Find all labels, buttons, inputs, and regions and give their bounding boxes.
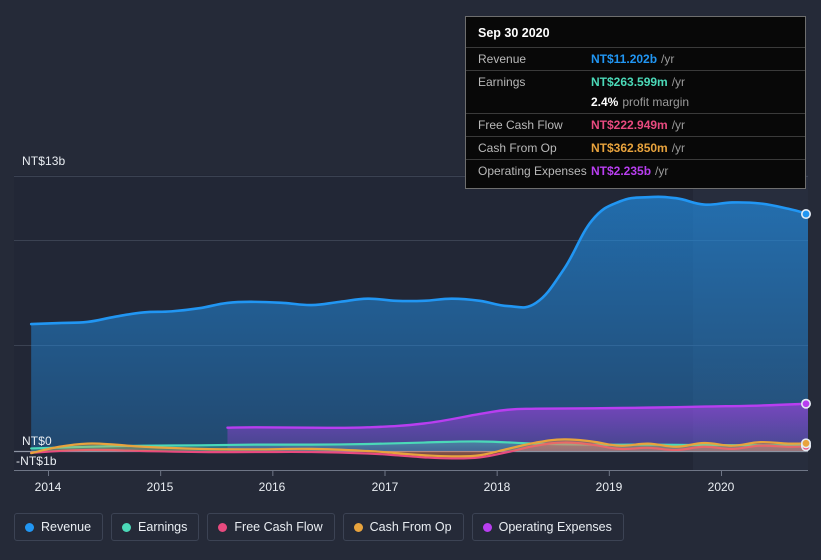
tooltip-value-operating-expenses: NT$2.235b xyxy=(591,164,652,178)
legend-dot-operating-expenses-icon xyxy=(482,522,492,532)
legend-dot-free-cash-flow-icon xyxy=(218,522,228,532)
tooltip-row-profit-margin: 2.4% profit margin xyxy=(466,93,805,113)
tooltip-date: Sep 30 2020 xyxy=(478,26,550,40)
legend-label-revenue: Revenue xyxy=(41,520,92,534)
financial-area-chart: NT$13b NT$0 -NT$1b 2014 2015 2016 2017 2… xyxy=(0,0,821,560)
tooltip-label-operating-expenses: Operating Expenses xyxy=(478,164,587,178)
tooltip-label-earnings: Earnings xyxy=(478,75,526,89)
y-axis-label-bottom: -NT$1b xyxy=(16,454,57,468)
legend-dot-earnings-icon xyxy=(122,522,132,532)
tooltip-value-free-cash-flow: NT$222.949m xyxy=(591,118,668,132)
tooltip-label-cash-from-op: Cash From Op xyxy=(478,141,557,155)
tooltip-row-cash-from-op: Cash From Op NT$362.850m /yr xyxy=(466,136,805,159)
tooltip-unit-free-cash-flow: /yr xyxy=(671,118,686,132)
tooltip-unit-operating-expenses: /yr xyxy=(655,164,669,178)
x-axis-label-2015: 2015 xyxy=(146,480,174,494)
legend-label-cash-from-op: Cash From Op xyxy=(369,520,452,534)
legend-label-earnings: Earnings xyxy=(138,520,188,534)
legend-item-cash-from-op[interactable]: Cash From Op xyxy=(342,513,464,541)
tooltip-label-free-cash-flow: Free Cash Flow xyxy=(478,118,563,132)
legend-label-free-cash-flow: Free Cash Flow xyxy=(234,520,323,534)
chart-legend: Revenue Earnings Free Cash Flow Cash Fro… xyxy=(14,513,624,541)
x-axis-label-2018: 2018 xyxy=(483,480,511,494)
tooltip-value-profit-margin: 2.4% xyxy=(591,95,619,109)
legend-item-earnings[interactable]: Earnings xyxy=(111,513,200,541)
x-axis-label-2016: 2016 xyxy=(258,480,286,494)
tooltip-unit-cash-from-op: /yr xyxy=(671,141,686,155)
x-axis-label-2017: 2017 xyxy=(371,480,399,494)
tooltip-value-cash-from-op: NT$362.850m xyxy=(591,141,668,155)
tooltip-unit-profit-margin: profit margin xyxy=(622,95,690,109)
tooltip-row-free-cash-flow: Free Cash Flow NT$222.949m /yr xyxy=(466,113,805,136)
y-axis-label-zero: NT$0 xyxy=(22,434,52,448)
tooltip-value-earnings: NT$263.599m xyxy=(591,75,668,89)
legend-dot-revenue-icon xyxy=(25,522,34,532)
tooltip-row-earnings: Earnings NT$263.599m /yr xyxy=(466,70,805,93)
legend-label-operating-expenses: Operating Expenses xyxy=(498,520,612,534)
tooltip-unit-earnings: /yr xyxy=(671,75,686,89)
tooltip-unit-revenue: /yr xyxy=(661,52,675,66)
chart-tooltip: Sep 30 2020 Revenue NT$11.202b /yr Earni… xyxy=(465,16,806,189)
x-axis-label-2014: 2014 xyxy=(34,480,62,494)
tooltip-row-operating-expenses: Operating Expenses NT$2.235b /yr xyxy=(466,159,805,182)
tooltip-row-revenue: Revenue NT$11.202b /yr xyxy=(466,47,805,70)
x-axis-label-2020: 2020 xyxy=(707,480,735,494)
x-axis-label-2019: 2019 xyxy=(595,480,623,494)
tooltip-label-revenue: Revenue xyxy=(478,52,527,66)
legend-dot-cash-from-op-icon xyxy=(353,522,363,532)
legend-item-revenue[interactable]: Revenue xyxy=(14,513,104,541)
tooltip-value-revenue: NT$11.202b xyxy=(591,52,658,66)
y-axis-label-top: NT$13b xyxy=(22,154,66,168)
legend-item-free-cash-flow[interactable]: Free Cash Flow xyxy=(207,513,335,541)
legend-item-operating-expenses[interactable]: Operating Expenses xyxy=(471,513,624,541)
